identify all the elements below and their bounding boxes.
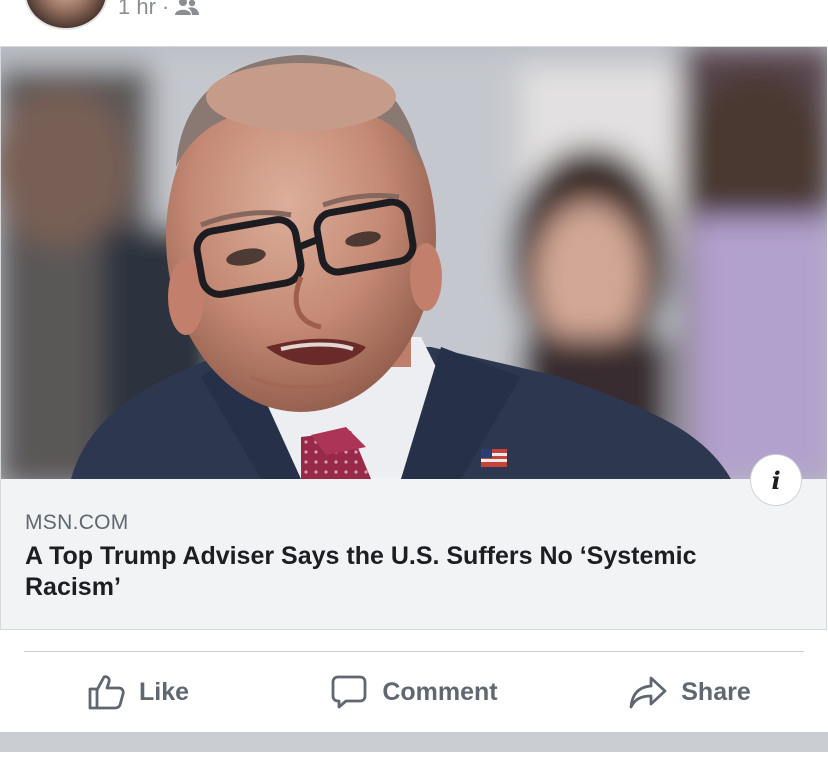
post-header: 1 hr · (0, 0, 828, 46)
link-domain: MSN.COM (25, 511, 129, 534)
comment-label: Comment (382, 677, 498, 706)
info-icon: i (771, 465, 781, 495)
post-meta: 1 hr · (118, 0, 200, 20)
share-button[interactable]: Share (552, 652, 828, 732)
post-timestamp[interactable]: 1 hr (118, 0, 156, 20)
like-label: Like (138, 677, 190, 706)
share-label: Share (681, 677, 751, 706)
post-actions-bar: Like Comment Share (0, 652, 828, 732)
link-headline[interactable]: A Top Trump Adviser Says the U.S. Suffer… (25, 541, 795, 603)
comment-icon (330, 674, 368, 710)
feed-separator (0, 732, 828, 752)
link-preview-card[interactable]: i MSN.COM A Top Trump Adviser Says the U… (0, 46, 827, 630)
thumbs-up-icon (87, 674, 125, 710)
like-button[interactable]: Like (0, 652, 276, 732)
article-photo[interactable] (1, 47, 827, 479)
info-button[interactable]: i (750, 454, 802, 506)
friends-icon[interactable] (175, 0, 200, 17)
avatar[interactable] (24, 0, 108, 30)
meta-separator: · (161, 0, 170, 19)
share-arrow-icon (629, 674, 667, 710)
comment-button[interactable]: Comment (276, 652, 552, 732)
